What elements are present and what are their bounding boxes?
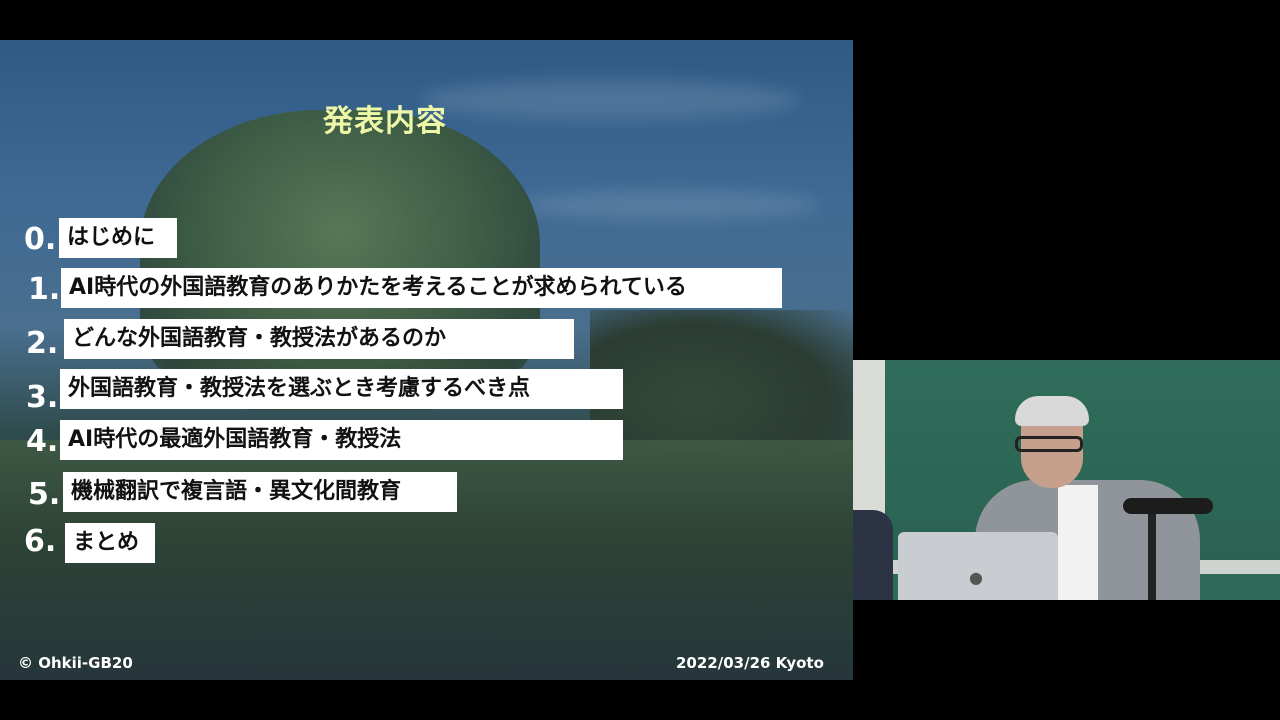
sky-cloud xyxy=(520,190,820,220)
agenda-item: AI時代の最適外国語教育・教授法 xyxy=(60,420,623,460)
treeline-background xyxy=(590,310,853,460)
speaker-hair xyxy=(1015,396,1089,426)
footer-copyright: © Ohkii-GB20 xyxy=(18,654,133,672)
sky-cloud xyxy=(420,80,800,120)
slide-title: 発表内容 xyxy=(323,104,447,139)
agenda-item: 外国語教育・教授法を選ぶとき考慮するべき点 xyxy=(60,369,623,409)
agenda-item: 機械翻訳で複言語・異文化間教育 xyxy=(63,472,457,512)
agenda-item: はじめに xyxy=(59,218,177,258)
item-number: 3. xyxy=(26,380,59,415)
tree-background xyxy=(140,110,540,410)
mic-stand xyxy=(1148,508,1156,600)
glasses-icon xyxy=(1015,436,1083,452)
agenda-item: どんな外国語教育・教授法があるのか xyxy=(64,319,574,359)
item-number: 1. xyxy=(28,272,61,307)
agenda-item: AI時代の外国語教育のありかたを考えることが求められている xyxy=(61,268,782,308)
speaker-camera-feed: ● xyxy=(853,360,1280,600)
item-number: 5. xyxy=(28,477,61,512)
item-number: 2. xyxy=(26,326,59,361)
speaker-shirt xyxy=(1058,485,1098,600)
apple-logo-icon: ● xyxy=(969,568,983,587)
laptop xyxy=(898,532,1058,600)
item-number: 0. xyxy=(24,222,57,257)
microphone-icon xyxy=(1123,498,1213,514)
presentation-slide: 発表内容 0. はじめに 1. AI時代の外国語教育のありかたを考えることが求め… xyxy=(0,40,853,680)
agenda-item: まとめ xyxy=(65,523,155,563)
item-number: 4. xyxy=(26,424,59,459)
item-number: 6. xyxy=(24,524,57,559)
footer-date-location: 2022/03/26 Kyoto xyxy=(676,654,824,672)
audience-person xyxy=(853,510,893,600)
